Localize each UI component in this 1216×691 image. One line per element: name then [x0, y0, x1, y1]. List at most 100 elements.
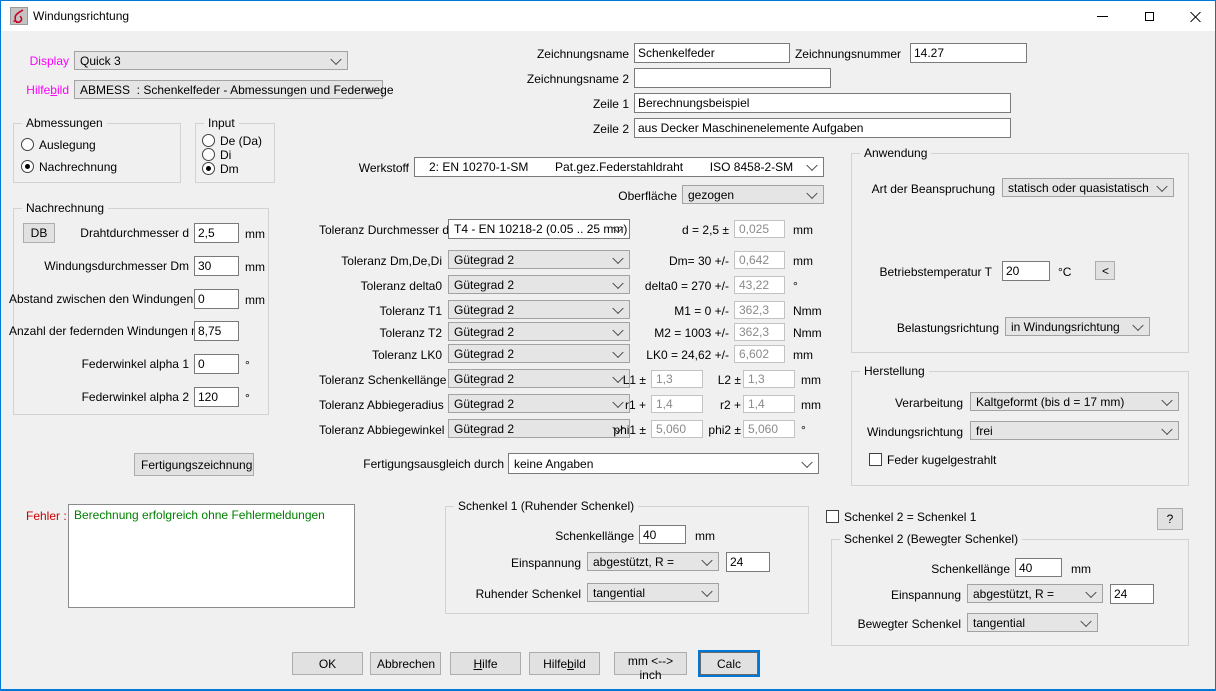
anwendung-group-title: Anwendung — [860, 146, 931, 160]
zeichnungsname2-input[interactable] — [634, 68, 831, 88]
maximize-icon — [1145, 12, 1154, 21]
toleranz-phi2-label: phi2 ± — [689, 423, 741, 437]
zeile2-label: Zeile 2 — [489, 122, 629, 136]
display-select[interactable]: Quick 3 — [74, 51, 348, 70]
schenkel2-einspannung-select[interactable]: abgestützt, R = — [967, 584, 1103, 603]
schenkel1-group-title: Schenkel 1 (Ruhender Schenkel) — [454, 499, 638, 513]
verarbeitung-select[interactable]: Kaltgeformt (bis d = 17 mm) — [970, 392, 1179, 411]
federwinkel2-unit: ° — [245, 391, 250, 405]
chevron-down-icon — [806, 187, 817, 198]
toleranz-r2-value: 1,4 — [743, 395, 795, 413]
betriebstemperatur-input[interactable] — [1002, 261, 1050, 281]
schenkel2-equal-checkbox[interactable] — [826, 510, 839, 523]
fehler-message: Berechnung erfolgreich ohne Fehlermeldun… — [74, 508, 325, 522]
belastungsrichtung-label: Belastungsrichtung — [851, 321, 999, 335]
hilfebild-label: Hilfebild — [9, 83, 69, 97]
schenkel2-equal-label: Schenkel 2 = Schenkel 1 — [844, 510, 976, 524]
toleranz-delta0-result-label: delta0 = 270 +/- — [601, 279, 729, 293]
schenkel2-laenge-input[interactable] — [1015, 558, 1062, 577]
schenkel1-typ-value: tangential — [593, 586, 645, 600]
federwinkel2-input[interactable] — [194, 387, 239, 407]
belastungsrichtung-select-value: in Windungsrichtung — [1011, 320, 1120, 334]
schenkel1-typ-select[interactable]: tangential — [587, 583, 719, 602]
zeichnungsnummer-input[interactable] — [910, 43, 1027, 63]
radio-de-da[interactable] — [202, 134, 215, 147]
radio-di-label: Di — [220, 148, 231, 162]
toleranz-t2-label: Toleranz T2 — [319, 326, 442, 340]
temperatur-back-button[interactable]: < — [1095, 261, 1115, 280]
radio-nachrechnung-label: Nachrechnung — [39, 160, 117, 174]
werkstoff-select[interactable]: 2: EN 10270-1-SM Pat.gez.Federstahldraht… — [414, 157, 824, 177]
toleranz-lk0-label: Toleranz LK0 — [319, 348, 442, 362]
radio-di[interactable] — [202, 148, 215, 161]
zeichnungsname2-label: Zeichnungsname 2 — [489, 72, 629, 86]
anzahl-windungen-input[interactable] — [194, 321, 239, 341]
zeile1-label: Zeile 1 — [489, 97, 629, 111]
chevron-down-icon — [1085, 586, 1096, 597]
radio-dm[interactable] — [202, 162, 215, 175]
toleranz-dm-result-value: 0,642 — [734, 251, 785, 269]
schenkel1-einspannung-select[interactable]: abgestützt, R = — [587, 552, 719, 571]
schenkel2-laenge-label: Schenkellänge — [881, 562, 1010, 576]
radio-auslegung-label: Auslegung — [39, 138, 96, 152]
oberflaeche-select[interactable]: gezogen — [682, 185, 824, 204]
toleranz-lk0-result-label: LK0 = 24,62 +/- — [601, 348, 729, 362]
chevron-down-icon — [701, 554, 712, 565]
abstand-windungen-input[interactable] — [194, 289, 239, 309]
schenkel1-r-input[interactable] — [726, 552, 770, 572]
close-button[interactable] — [1175, 1, 1215, 31]
belastungsrichtung-select[interactable]: in Windungsrichtung — [1005, 317, 1150, 336]
windungsrichtung-select[interactable]: frei — [970, 421, 1179, 440]
toleranz-t1-result-label: M1 = 0 +/- — [601, 304, 729, 318]
toleranz-t1-label: Toleranz T1 — [319, 304, 442, 318]
abmessungen-group: Abmessungen — [13, 123, 181, 183]
toleranz-durchmesser-label: Toleranz Durchmesser d — [319, 223, 442, 237]
kugelgestrahlt-checkbox[interactable] — [869, 453, 882, 466]
fehler-box[interactable]: Berechnung erfolgreich ohne Fehlermeldun… — [68, 504, 355, 608]
ok-button[interactable]: OK — [292, 652, 363, 675]
schenkel1-einspannung-value: abgestützt, R = — [593, 555, 674, 569]
betriebstemperatur-label: Betriebstemperatur T — [851, 265, 992, 279]
schenkel1-laenge-input[interactable] — [639, 525, 686, 544]
radio-nachrechnung[interactable] — [21, 160, 34, 173]
abstand-windungen-label: Abstand zwischen den Windungen a — [9, 292, 189, 306]
zeile1-input[interactable] — [634, 93, 1011, 113]
betriebstemperatur-unit: °C — [1058, 265, 1071, 279]
mm-inch-button[interactable]: mm <--> inch — [614, 652, 687, 675]
hilfebild-button[interactable]: Hilfebild — [529, 652, 600, 675]
schenkel2-typ-select[interactable]: tangential — [967, 613, 1098, 632]
federwinkel1-label: Federwinkel alpha 1 — [9, 357, 189, 371]
zeile2-input[interactable] — [634, 118, 1011, 138]
window-title: Windungsrichtung — [33, 9, 129, 23]
radio-dm-label: Dm — [220, 162, 239, 176]
hilfe-button[interactable]: Hilfe — [450, 652, 521, 675]
federwinkel1-input[interactable] — [194, 354, 239, 374]
toleranz-d-result-label: d = 2,5 ± — [601, 223, 729, 237]
beanspruchung-select[interactable]: statisch oder quasistatisch — [1002, 178, 1174, 197]
abbrechen-button[interactable]: Abbrechen — [370, 652, 441, 675]
fertigungszeichnung-button[interactable]: Fertigungszeichnung — [134, 453, 254, 476]
windungsdurchmesser-unit: mm — [245, 260, 265, 274]
maximize-button[interactable] — [1129, 1, 1169, 31]
schenkel2-help-button[interactable]: ? — [1157, 508, 1183, 530]
drahtdurchmesser-unit: mm — [245, 227, 265, 241]
minimize-button[interactable] — [1082, 1, 1122, 31]
zeichnungsname-input[interactable] — [634, 43, 790, 63]
beanspruchung-label: Art der Beanspruchung — [851, 182, 995, 196]
verarbeitung-select-value: Kaltgeformt (bis d = 17 mm) — [976, 395, 1124, 409]
calc-button[interactable]: Calc — [700, 652, 758, 675]
schenkel2-r-input[interactable] — [1110, 584, 1154, 604]
drahtdurchmesser-input[interactable] — [194, 223, 239, 243]
hilfebild-select[interactable]: ABMESS : Schenkelfeder - Abmessungen und… — [74, 80, 383, 99]
radio-auslegung[interactable] — [21, 138, 34, 151]
windungsdurchmesser-label: Windungsdurchmesser Dm — [9, 259, 189, 273]
toleranz-t2-unit: Nmm — [793, 326, 822, 340]
schenkel2-group-title: Schenkel 2 (Bewegter Schenkel) — [840, 532, 1022, 546]
windungsdurchmesser-input[interactable] — [194, 256, 239, 276]
fertigungsausgleich-select[interactable]: keine Angaben — [508, 453, 819, 474]
chevron-down-icon — [1132, 319, 1143, 330]
chevron-down-icon — [330, 53, 341, 64]
toleranz-abbiegewinkel-label: Toleranz Abbiegewinkel — [319, 423, 442, 437]
schenkel2-typ-label: Bewegter Schenkel — [831, 617, 961, 631]
abstand-windungen-unit: mm — [245, 293, 265, 307]
